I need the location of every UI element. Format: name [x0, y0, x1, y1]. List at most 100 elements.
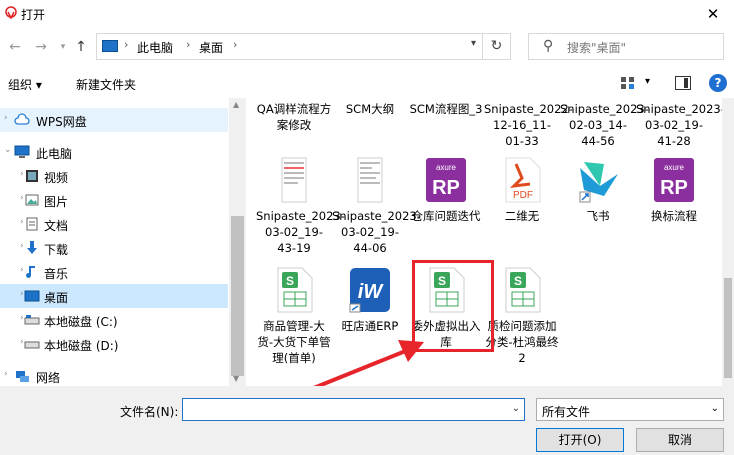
file-label: SCM流程图_3 [409, 102, 483, 116]
nav-item-desktop[interactable]: › 桌面 [0, 284, 228, 308]
view-dropdown-icon[interactable]: ▾ [645, 76, 650, 87]
nav-item-this-pc[interactable]: ⌄ 此电脑 [0, 140, 228, 164]
chevron-down-icon[interactable]: ⌄ [711, 403, 719, 414]
address-row: ← → ▾ ↑ › 此电脑 › 桌面 › ▾ ↻ ⚲ 搜索"桌面" [0, 30, 734, 64]
desktop-icon [24, 290, 40, 302]
svg-text:S: S [286, 274, 294, 288]
svg-text:axure: axure [664, 163, 685, 172]
filename-label: 文件名(N): [120, 405, 179, 419]
nav-item-drive-d[interactable]: › 本地磁盘 (D:) [0, 332, 228, 356]
app-icon [5, 6, 17, 20]
file-list-scrollbar[interactable] [722, 98, 734, 386]
svg-text:iW: iW [358, 281, 385, 303]
wps-sheet-icon: S [277, 267, 313, 313]
file-label: 旺店通ERP [341, 319, 399, 333]
refresh-icon[interactable]: ↻ [482, 34, 510, 59]
new-folder-button[interactable]: 新建文件夹 [76, 76, 136, 93]
chevron-right-icon[interactable]: › [124, 38, 128, 51]
title-bar: 打开 ✕ [0, 0, 734, 30]
nav-label: 文档 [44, 219, 69, 233]
svg-text:RP: RP [432, 177, 460, 199]
nav-item-documents[interactable]: › 文档 [0, 212, 228, 236]
nav-item-pictures[interactable]: › 图片 [0, 188, 228, 212]
search-input[interactable]: ⚲ 搜索"桌面" [528, 33, 724, 60]
close-button[interactable]: ✕ [700, 3, 726, 25]
open-button[interactable]: 打开(O) [536, 428, 624, 452]
nav-label: 本地磁盘 (D:) [44, 339, 119, 353]
wps-sheet-icon: S [505, 267, 541, 313]
forward-arrow-icon[interactable]: → [30, 36, 52, 58]
nav-item-videos[interactable]: › 视频 [0, 164, 228, 188]
file-label: Snipaste_2022-12-16_11-01-33 [484, 102, 573, 148]
highlight-box [412, 260, 494, 352]
file-label: Snipaste_2023-03-02_19-41-28 [636, 102, 722, 148]
nav-item-wps-cloud[interactable]: › WPS网盘 [0, 108, 228, 132]
view-mode-icon[interactable] [620, 75, 636, 91]
screenshot-thumb-icon [357, 157, 383, 203]
svg-text:axure: axure [436, 163, 457, 172]
video-icon [26, 170, 38, 182]
file-label: Snipaste_2023-03-02_19-43-19 [256, 209, 345, 255]
scroll-up-icon[interactable]: ▲ [233, 100, 239, 109]
scroll-down-icon[interactable]: ▼ [233, 374, 239, 383]
drive-icon [24, 315, 40, 325]
network-icon [16, 371, 29, 382]
preview-pane-icon[interactable] [675, 76, 691, 90]
filename-input[interactable]: ⌄ [182, 398, 525, 421]
nav-item-downloads[interactable]: › 下载 [0, 236, 228, 260]
chevron-down-icon[interactable]: ⌄ [512, 403, 520, 414]
file-label: SCM大纲 [345, 102, 395, 116]
drive-icon [24, 341, 40, 349]
scroll-thumb[interactable] [724, 278, 732, 378]
computer-icon [102, 40, 118, 52]
address-dropdown-icon[interactable]: ▾ [471, 38, 476, 49]
dialog-footer: 文件名(N): ⌄ 所有文件 ⌄ 打开(O) 取消 [0, 386, 734, 455]
file-label: Snipaste_2023-03-02_19-44-06 [332, 209, 421, 255]
file-label: 二维无 [504, 209, 540, 223]
file-label: 仓库问题迭代 [411, 209, 481, 223]
back-arrow-icon[interactable]: ← [4, 36, 26, 58]
axure-rp-icon: axure RP [426, 158, 466, 202]
help-icon[interactable]: ? [709, 74, 727, 92]
chevron-right-icon[interactable]: › [4, 113, 8, 123]
nav-label: 视频 [44, 171, 69, 185]
search-placeholder: 搜索"桌面" [567, 41, 627, 55]
svg-text:PDF: PDF [513, 190, 533, 201]
nav-label: 网络 [36, 371, 61, 385]
axure-rp-icon: axure RP [654, 158, 694, 202]
pdf-icon: PDF [505, 157, 541, 203]
feishu-icon [579, 162, 618, 203]
download-icon [27, 241, 37, 254]
organize-button[interactable]: 组织 ▾ [8, 76, 42, 93]
nav-item-network[interactable]: › 网络 [0, 364, 228, 388]
wdt-erp-icon: iW [349, 268, 390, 313]
music-icon [26, 266, 35, 278]
nav-label: 本地磁盘 (C:) [44, 315, 118, 329]
chevron-right-icon[interactable]: › [186, 38, 190, 51]
file-label: 换标流程 [651, 209, 697, 223]
nav-item-music[interactable]: › 音乐 [0, 260, 228, 284]
file-label: QA调样流程方案修改 [256, 102, 332, 132]
nav-label: 此电脑 [36, 147, 73, 161]
chevron-down-icon[interactable]: ⌄ [4, 145, 12, 155]
breadcrumb-this-pc[interactable]: 此电脑 [137, 39, 173, 56]
cloud-icon [14, 113, 30, 125]
nav-item-drive-c[interactable]: › 本地磁盘 (C:) [0, 308, 228, 332]
breadcrumb-desktop[interactable]: 桌面 [199, 39, 223, 56]
scroll-thumb[interactable] [231, 216, 244, 376]
nav-scrollbar[interactable]: ▲ ▼ [229, 98, 246, 386]
up-arrow-icon[interactable]: ↑ [70, 36, 92, 58]
file-type-select[interactable]: 所有文件 ⌄ [536, 398, 724, 421]
chevron-right-icon[interactable]: › [4, 369, 8, 379]
svg-text:S: S [514, 274, 522, 288]
nav-label: 桌面 [44, 291, 69, 305]
command-toolbar: 组织 ▾ 新建文件夹 ▾ ? [0, 70, 734, 98]
pictures-icon [25, 194, 39, 206]
address-bar[interactable]: › 此电脑 › 桌面 › ▾ ↻ [96, 33, 511, 60]
nav-label: 图片 [44, 195, 69, 209]
chevron-right-icon[interactable]: › [233, 38, 237, 51]
file-type-value: 所有文件 [542, 405, 591, 419]
navigation-pane[interactable]: › WPS网盘 ⌄ 此电脑 › 视频 › 图片 › 文档 › 下载 › 音乐 ›… [0, 98, 230, 386]
cancel-button[interactable]: 取消 [636, 428, 724, 452]
file-label: 质检问题添加分类-杜鸿最终2 [485, 319, 559, 365]
